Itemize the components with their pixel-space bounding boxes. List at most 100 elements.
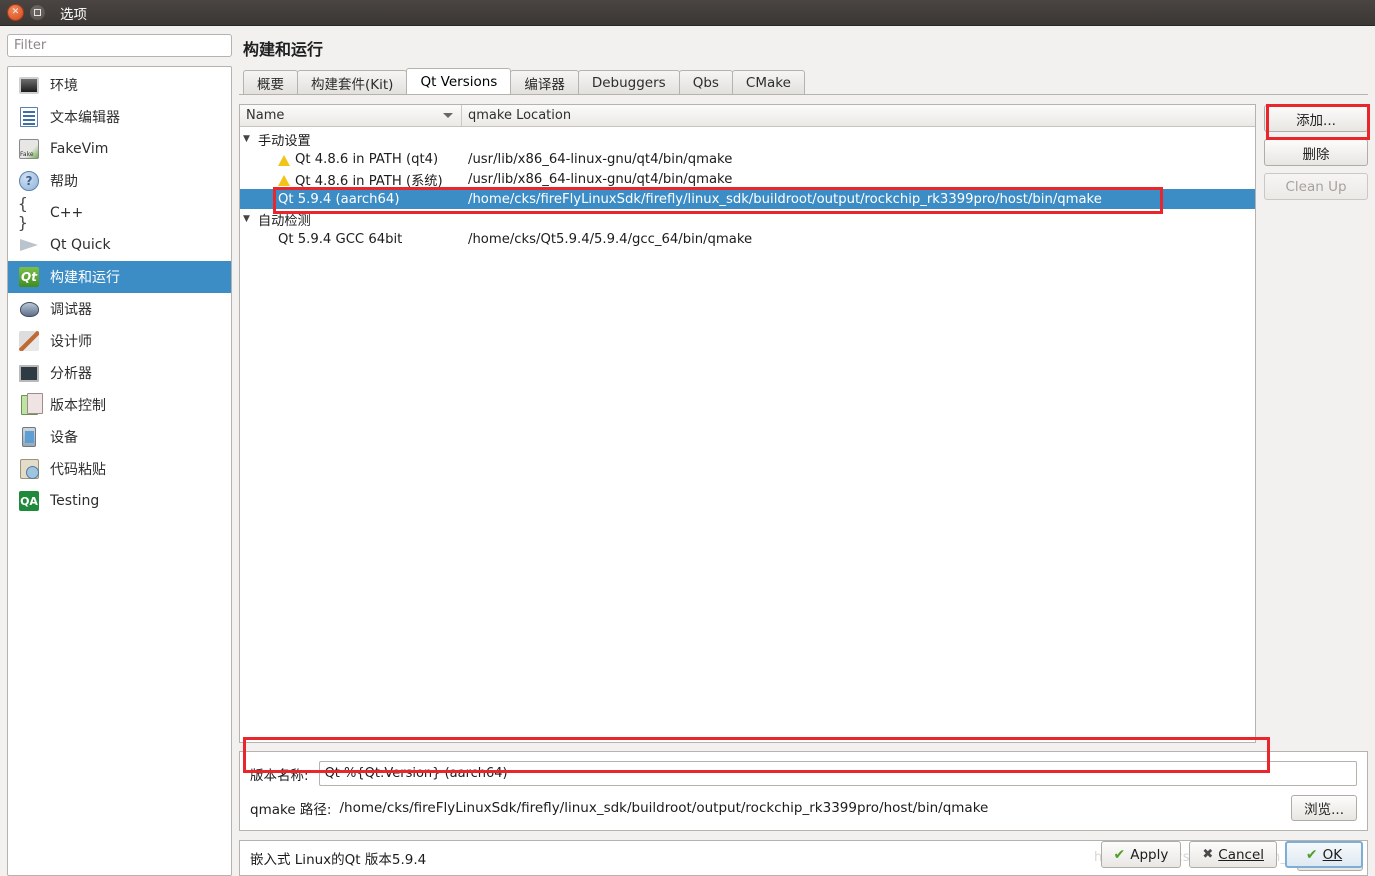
bug-icon [18,298,40,320]
sidebar-item-text-editor[interactable]: 文本编辑器 [8,101,231,133]
sidebar-item-label: FakeVim [50,141,109,157]
sidebar-item-code-pasting[interactable]: 代码粘贴 [8,453,231,485]
remove-button[interactable]: 删除 [1264,139,1368,166]
window-title: 选项 [60,6,87,23]
fakevim-icon: Fake [18,138,40,160]
check-icon: ✔ [1113,846,1126,863]
qt-versions-tree[interactable]: Name qmake Location ▼ 手动设置 Qt 4.8.6 in P… [239,104,1256,743]
sidebar-item-label: 帮助 [50,174,78,190]
sidebar-item-qt-quick[interactable]: Qt Quick [8,229,231,261]
tab-qt-versions[interactable]: Qt Versions [406,68,512,94]
page-title: 构建和运行 [243,40,324,59]
sidebar-item-analyzer[interactable]: 分析器 [8,357,231,389]
device-phone-icon [18,426,40,448]
tree-action-buttons: 添加... 删除 Clean Up [1264,104,1368,743]
qt-version-name: Qt 4.8.6 in PATH (qt4) [295,151,439,167]
ok-label: OK [1322,846,1343,863]
tree-group-manual[interactable]: ▼ 手动设置 [240,129,1255,149]
sidebar-item-label: 文本编辑器 [50,110,120,126]
close-icon[interactable]: ✕ [7,4,24,21]
qmake-location: /usr/lib/x86_64-linux-gnu/qt4/bin/qmake [468,171,733,187]
ok-button[interactable]: ✔ OK [1285,841,1363,868]
braces-icon: { } [18,194,28,232]
qmake-path-value: /home/cks/fireFlyLinuxSdk/firefly/linux_… [339,799,989,816]
table-row[interactable]: Qt 4.8.6 in PATH (qt4) /usr/lib/x86_64-l… [240,149,1255,169]
sidebar-item-help[interactable]: ? 帮助 [8,165,231,197]
tab-compilers[interactable]: 编译器 [510,70,579,94]
maximize-icon[interactable] [29,4,46,21]
sidebar-item-version-control[interactable]: 版本控制 [8,389,231,421]
tree-body: ▼ 手动设置 Qt 4.8.6 in PATH (qt4) /usr/lib/x… [240,127,1255,742]
qmake-location: /home/cks/Qt5.9.4/5.9.4/gcc_64/bin/qmake [468,231,753,247]
qmake-location: /home/cks/fireFlyLinuxSdk/firefly/linux_… [468,191,1102,207]
sidebar-item-label: Qt Quick [50,237,111,253]
qt-logo-icon: Qt [18,266,40,288]
table-row[interactable]: Qt 5.9.4 GCC 64bit /home/cks/Qt5.9.4/5.9… [240,229,1255,249]
tree-group-autodetected[interactable]: ▼ 自动检测 [240,209,1255,229]
sidebar-item-devices[interactable]: 设备 [8,421,231,453]
apply-button[interactable]: ✔ Apply [1100,841,1182,868]
sidebar-item-label: 环境 [50,78,78,94]
pencil-ruler-icon [18,330,40,352]
tree-group-label: 手动设置 [258,133,311,149]
cancel-button[interactable]: ✖ Cancel [1189,841,1277,868]
version-name-row: 版本名称: [250,761,1357,786]
sidebar-item-build-and-run[interactable]: Qt 构建和运行 [8,261,231,293]
tab-cmake[interactable]: CMake [731,70,805,94]
sidebar-item-fakevim[interactable]: Fake FakeVim [8,133,231,165]
clean-up-button: Clean Up [1264,173,1368,200]
qa-badge-icon: QA [18,490,40,512]
sidebar: 环境 文本编辑器 Fake FakeVim ? 帮助 { } C++ Qt Qu… [7,34,232,876]
column-header-name[interactable]: Name [240,105,462,126]
sidebar-item-label: 代码粘贴 [50,462,106,478]
warning-triangle-icon [278,174,290,186]
add-button[interactable]: 添加... [1264,105,1368,132]
sidebar-item-cpp[interactable]: { } C++ [8,194,231,232]
sidebar-item-label: 分析器 [50,366,92,382]
apply-label: Apply [1130,846,1169,863]
sidebar-item-label: 设计师 [50,334,92,350]
window-titlebar: ✕ 选项 [0,0,1375,26]
sidebar-item-label: 构建和运行 [50,270,120,286]
tab-bar: 概要 构建套件(Kit) Qt Versions 编译器 Debuggers Q… [239,68,1368,95]
sidebar-item-testing[interactable]: QA Testing [8,485,231,517]
clipboard-globe-icon [18,458,40,480]
qt-version-name: Qt 5.9.4 (aarch64) [278,191,400,207]
tree-group-label: 自动检测 [258,213,311,229]
table-row-selected[interactable]: Qt 5.9.4 (aarch64) /home/cks/fireFlyLinu… [240,189,1255,209]
expand-collapse-icon[interactable]: ▼ [240,214,253,224]
tab-kits[interactable]: 构建套件(Kit) [297,70,408,94]
column-header-qmake-location[interactable]: qmake Location [462,105,577,126]
cancel-label: Cancel [1218,846,1264,863]
tree-header-row: Name qmake Location [240,105,1255,127]
version-name-input[interactable] [318,761,1357,786]
table-row[interactable]: Qt 4.8.6 in PATH (系统) /usr/lib/x86_64-li… [240,169,1255,189]
text-document-icon [18,106,40,128]
sidebar-item-label: Testing [50,493,100,509]
sidebar-item-label: 调试器 [50,302,92,318]
browse-button[interactable]: 浏览... [1291,794,1357,821]
sidebar-item-label: 版本控制 [50,398,106,414]
qmake-location: /usr/lib/x86_64-linux-gnu/qt4/bin/qmake [468,151,733,167]
sidebar-item-designer[interactable]: 设计师 [8,325,231,357]
filter-input[interactable] [7,34,232,57]
tab-overview[interactable]: 概要 [243,70,298,94]
version-name-label: 版本名称: [250,767,309,784]
tab-qbs[interactable]: Qbs [678,70,733,94]
sidebar-item-environment[interactable]: 环境 [8,69,231,101]
sidebar-item-label: C++ [50,205,84,221]
qt-versions-panel: Name qmake Location ▼ 手动设置 Qt 4.8.6 in P… [239,95,1368,743]
sort-descending-icon [443,113,453,118]
tab-debuggers[interactable]: Debuggers [577,70,680,94]
monitor-icon [18,74,40,96]
qmake-path-row: qmake 路径: /home/cks/fireFlyLinuxSdk/fire… [250,794,1357,821]
column-header-label: qmake Location [468,108,572,123]
sidebar-item-label: 设备 [50,430,78,446]
qt-version-details-form: 版本名称: qmake 路径: /home/cks/fireFlyLinuxSd… [239,751,1368,831]
content-pane: 构建和运行 概要 构建套件(Kit) Qt Versions 编译器 Debug… [239,34,1368,876]
expand-collapse-icon[interactable]: ▼ [240,134,253,144]
sidebar-item-debugger[interactable]: 调试器 [8,293,231,325]
check-icon: ✔ [1305,846,1318,863]
documents-icon [18,393,43,416]
qt-version-name: Qt 4.8.6 in PATH (系统) [295,173,443,189]
